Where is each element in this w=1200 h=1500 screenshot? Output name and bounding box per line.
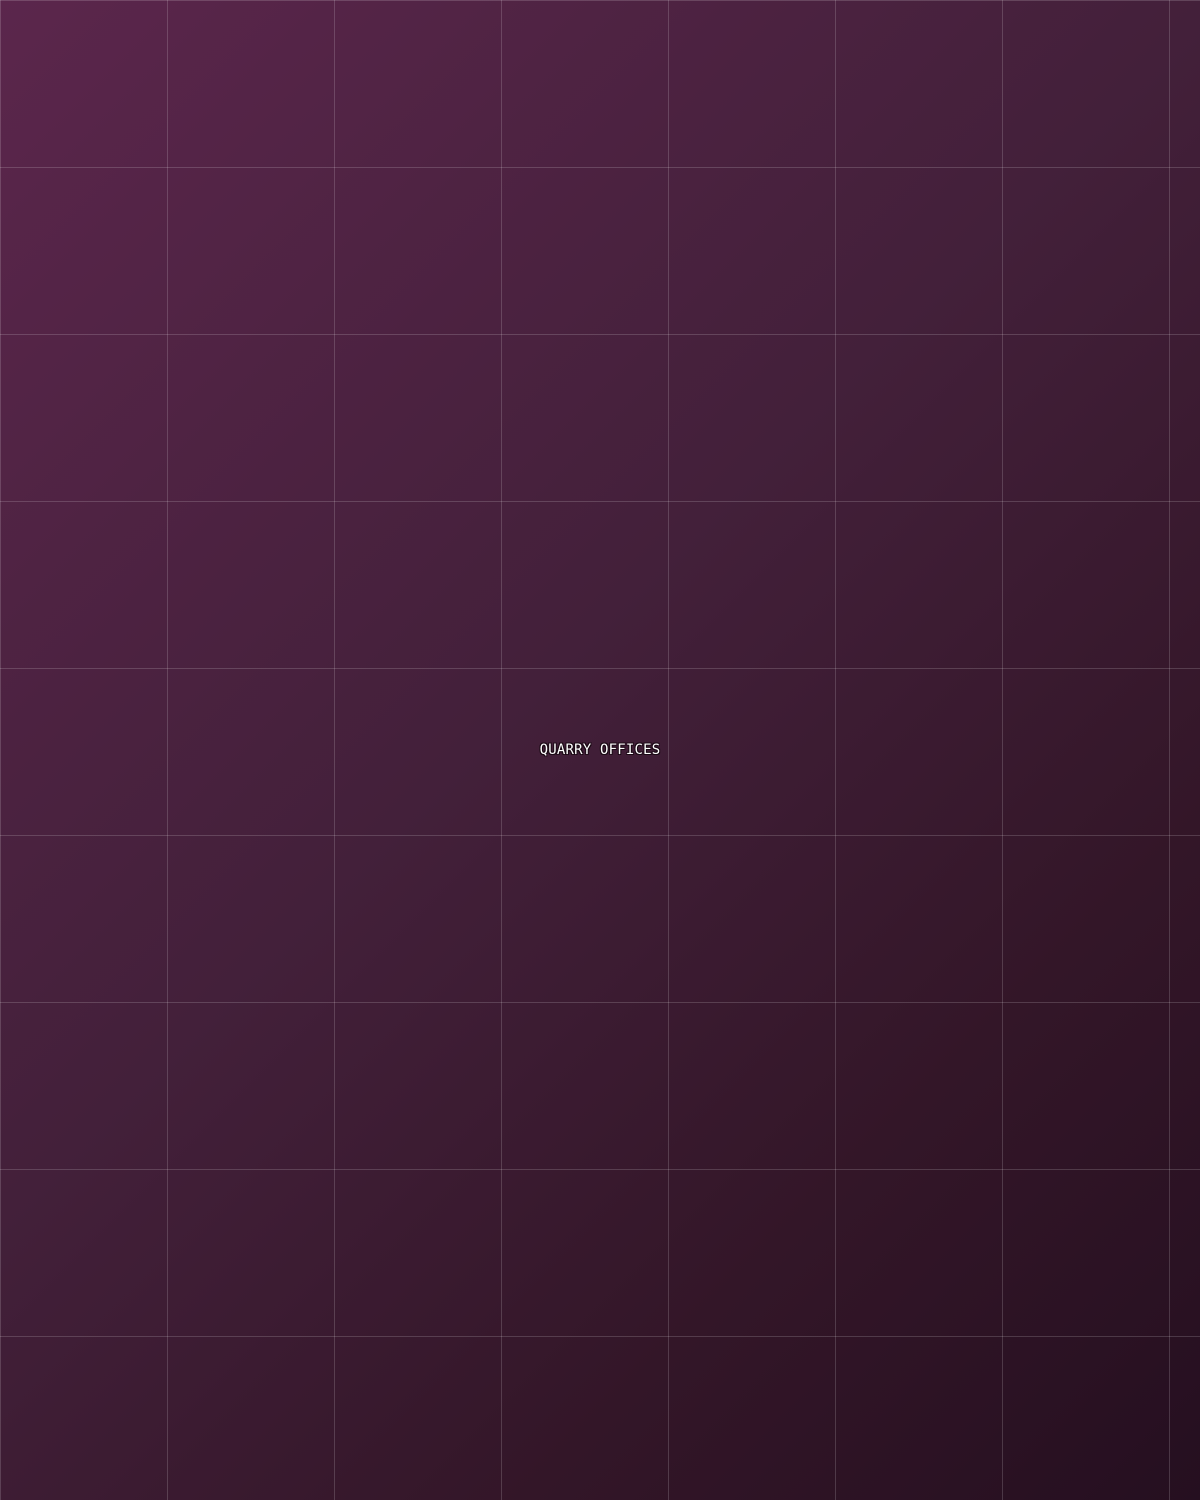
map-canvas[interactable]: QUARRY OFFICES	[0, 0, 1200, 1500]
location-label-quarry-offices[interactable]: QUARRY OFFICES	[540, 742, 661, 758]
